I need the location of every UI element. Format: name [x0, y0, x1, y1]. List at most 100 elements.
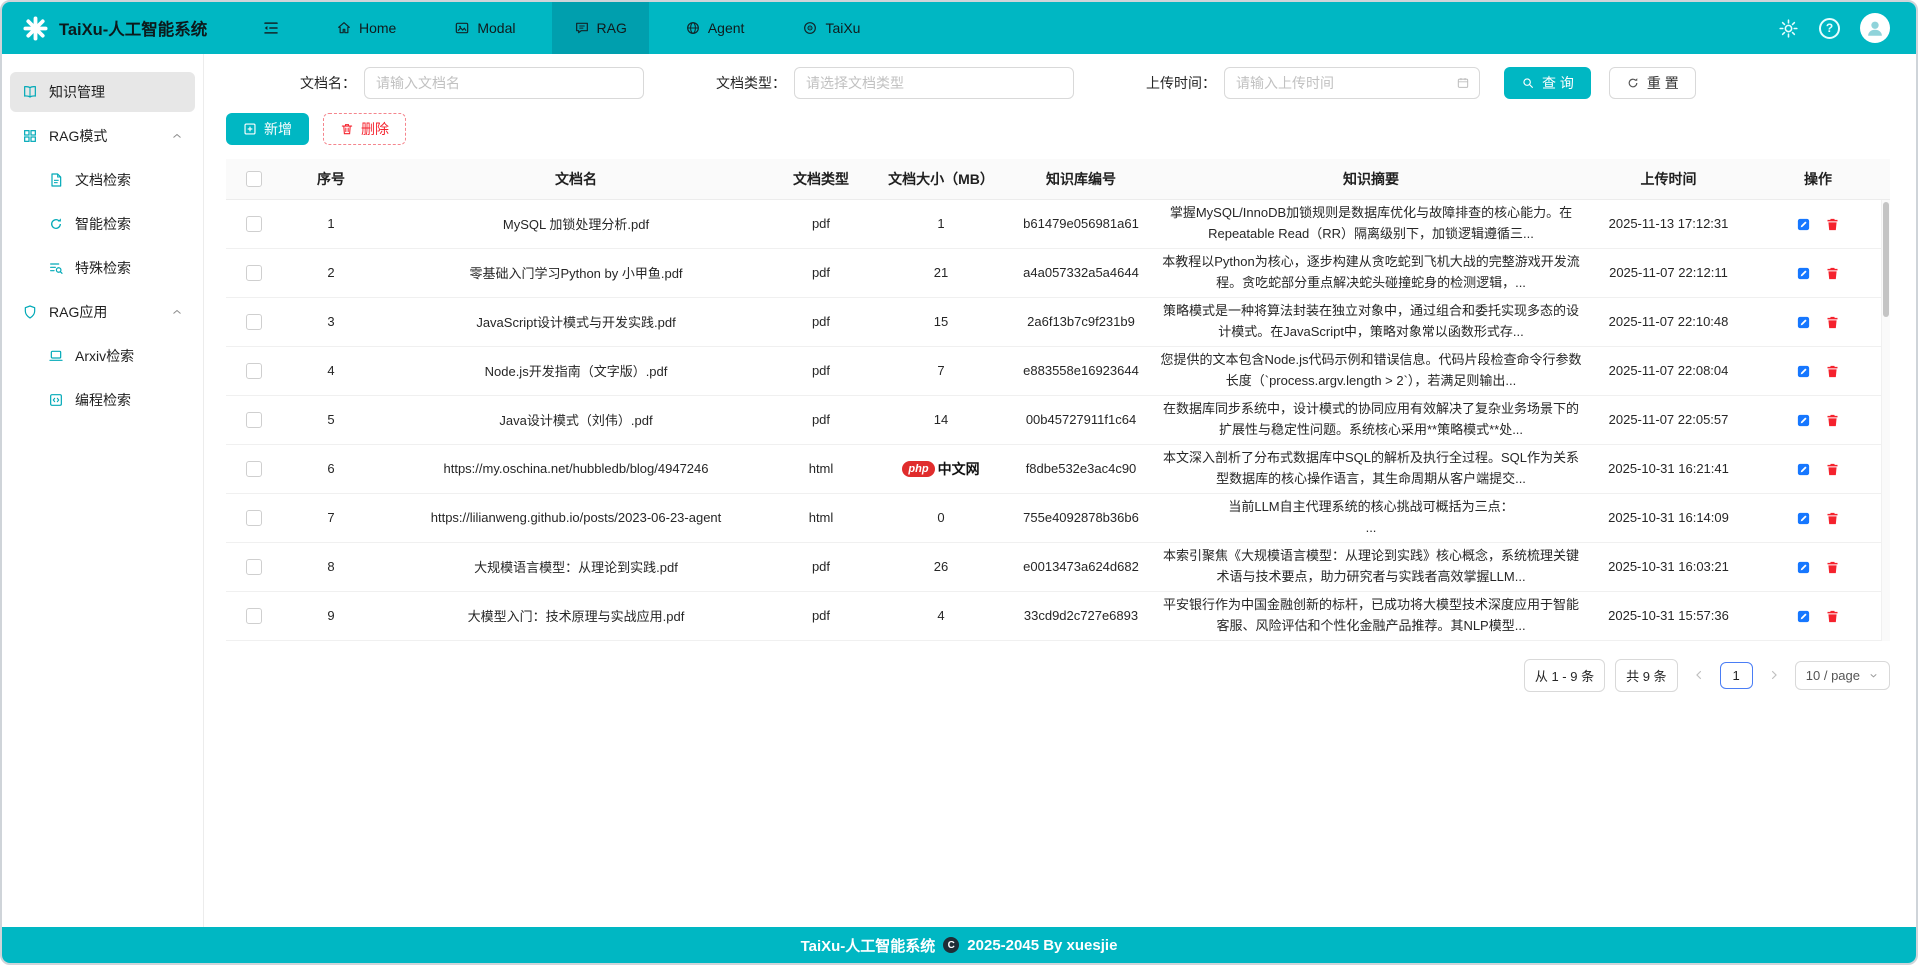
- nav-item-agent[interactable]: Agent: [663, 2, 767, 54]
- add-button[interactable]: 新增: [226, 113, 309, 145]
- doc-name-cell: 大模型入门：技术原理与实战应用.pdf: [381, 591, 771, 640]
- edit-button[interactable]: [1796, 609, 1811, 624]
- doc-size-value: 7: [937, 363, 944, 378]
- sidebar-group-rag-mode[interactable]: RAG模式: [10, 116, 195, 156]
- row-checkbox[interactable]: [246, 216, 262, 232]
- doc-name-cell: MySQL 加锁处理分析.pdf: [381, 199, 771, 248]
- select-cell: [226, 591, 281, 640]
- edit-button[interactable]: [1796, 364, 1811, 379]
- edit-button[interactable]: [1796, 266, 1811, 281]
- doc-type-select[interactable]: [794, 67, 1074, 99]
- doc-type-cell: pdf: [771, 591, 871, 640]
- summary-cell: 掌握MySQL/InnoDB加锁规则是数据库优化与故障排查的核心能力。在Repe…: [1151, 199, 1591, 248]
- delete-button[interactable]: [1825, 266, 1840, 281]
- row-index-cell: 2: [281, 248, 381, 297]
- select-cell: [226, 297, 281, 346]
- pagination-prev-button[interactable]: [1688, 668, 1710, 682]
- search-button[interactable]: 查 询: [1504, 67, 1591, 99]
- filter-doc-type: 文档类型：: [716, 67, 1074, 99]
- doc-name-label: 文档名：: [300, 73, 356, 93]
- app-title: TaiXu-人工智能系统: [59, 16, 207, 40]
- delete-button[interactable]: [1825, 560, 1840, 575]
- nav-item-taixu[interactable]: TaiXu: [780, 2, 882, 54]
- sidebar-item-special-search[interactable]: 特殊检索: [10, 248, 195, 288]
- sidebar-item-knowledge-management[interactable]: 知识管理: [10, 72, 195, 112]
- user-avatar[interactable]: [1860, 13, 1890, 43]
- top-actions: ?: [1778, 13, 1916, 43]
- delete-button[interactable]: [1825, 315, 1840, 330]
- col-header-actions: 操作: [1746, 159, 1890, 199]
- summary-cell: 本教程以Python为核心，逐步构建从贪吃蛇到飞机大战的完整游戏开发流程。贪吃蛇…: [1151, 248, 1591, 297]
- row-checkbox[interactable]: [246, 314, 262, 330]
- delete-button[interactable]: [1825, 511, 1840, 526]
- nav-item-rag[interactable]: RAG: [552, 2, 649, 54]
- trash-icon: [340, 122, 354, 136]
- summary-text: 您提供的文本包含Node.js代码示例和错误信息。代码片段检查命令行参数长度（`…: [1159, 350, 1583, 390]
- pagination-next-button[interactable]: [1763, 668, 1785, 682]
- sidebar-item-smart-search[interactable]: 智能检索: [10, 204, 195, 244]
- page-size-select[interactable]: 10 / page: [1795, 661, 1890, 690]
- doc-name-input[interactable]: [364, 67, 644, 99]
- ops-cell: [1746, 199, 1890, 248]
- chevron-up-icon: [171, 130, 183, 142]
- menu-collapse-icon[interactable]: [262, 19, 280, 37]
- delete-button[interactable]: [1825, 413, 1840, 428]
- edit-button[interactable]: [1796, 315, 1811, 330]
- edit-button[interactable]: [1796, 511, 1811, 526]
- row-checkbox[interactable]: [246, 265, 262, 281]
- kb-id-cell: a4a057332a5a4644: [1011, 248, 1151, 297]
- pagination-page-1[interactable]: 1: [1720, 662, 1753, 689]
- doc-size-cell: 26: [871, 542, 1011, 591]
- table-row: 1MySQL 加锁处理分析.pdfpdf1b61479e056981a61掌握M…: [226, 199, 1890, 248]
- add-box-icon: [243, 122, 257, 136]
- doc-name-cell: Node.js开发指南（文字版）.pdf: [381, 346, 771, 395]
- table-scrollbar[interactable]: [1881, 200, 1890, 641]
- edit-button[interactable]: [1796, 560, 1811, 575]
- edit-button[interactable]: [1796, 413, 1811, 428]
- doc-type-cell: pdf: [771, 297, 871, 346]
- nav-item-home[interactable]: Home: [314, 2, 418, 54]
- row-checkbox[interactable]: [246, 412, 262, 428]
- delete-button[interactable]: [1825, 609, 1840, 624]
- sidebar-item-code-search[interactable]: 编程检索: [10, 380, 195, 420]
- doc-size-cell: 0: [871, 493, 1011, 542]
- sidebar: 知识管理 RAG模式 文档检索 智能检索 特殊检索 RAG应用: [2, 54, 204, 927]
- edit-button[interactable]: [1796, 462, 1811, 477]
- row-checkbox[interactable]: [246, 510, 262, 526]
- nav-item-modal[interactable]: Modal: [432, 2, 537, 54]
- bulk-delete-button[interactable]: 删除: [323, 113, 406, 145]
- scrollbar-thumb[interactable]: [1883, 202, 1889, 317]
- summary-cell: 本索引聚焦《大规模语言模型：从理论到实践》核心概念，系统梳理关键术语与技术要点，…: [1151, 542, 1591, 591]
- delete-button[interactable]: [1825, 462, 1840, 477]
- reset-button[interactable]: 重 置: [1609, 67, 1696, 99]
- help-icon[interactable]: ?: [1819, 18, 1840, 39]
- search-icon: [1521, 76, 1535, 90]
- edit-button[interactable]: [1796, 217, 1811, 232]
- document-icon: [48, 172, 64, 188]
- sidebar-item-document-search[interactable]: 文档检索: [10, 160, 195, 200]
- col-header-index: 序号: [281, 159, 381, 199]
- upload-time-input[interactable]: [1224, 67, 1480, 99]
- sidebar-group-rag-app[interactable]: RAG应用: [10, 292, 195, 332]
- doc-size-cell: 7: [871, 346, 1011, 395]
- chevron-up-icon: [171, 306, 183, 318]
- table-row: 3JavaScript设计模式与开发实践.pdfpdf152a6f13b7c9f…: [226, 297, 1890, 346]
- sidebar-item-arxiv-search[interactable]: Arxiv检索: [10, 336, 195, 376]
- row-checkbox[interactable]: [246, 461, 262, 477]
- delete-button[interactable]: [1825, 217, 1840, 232]
- delete-button[interactable]: [1825, 364, 1840, 379]
- nav-label: Agent: [708, 20, 745, 36]
- doc-size-cell: 1: [871, 199, 1011, 248]
- settings-gear-icon[interactable]: [1778, 18, 1799, 39]
- upload-time-cell: 2025-11-07 22:10:48: [1591, 297, 1746, 346]
- list-search-icon: [48, 260, 64, 276]
- select-cell: [226, 395, 281, 444]
- row-checkbox[interactable]: [246, 363, 262, 379]
- row-checkbox[interactable]: [246, 559, 262, 575]
- doc-type-cell: html: [771, 444, 871, 493]
- row-checkbox[interactable]: [246, 608, 262, 624]
- select-all-checkbox[interactable]: [246, 171, 262, 187]
- apps-grid-icon: [22, 128, 38, 144]
- action-bar: 新增 删除: [226, 113, 1890, 145]
- select-cell: [226, 248, 281, 297]
